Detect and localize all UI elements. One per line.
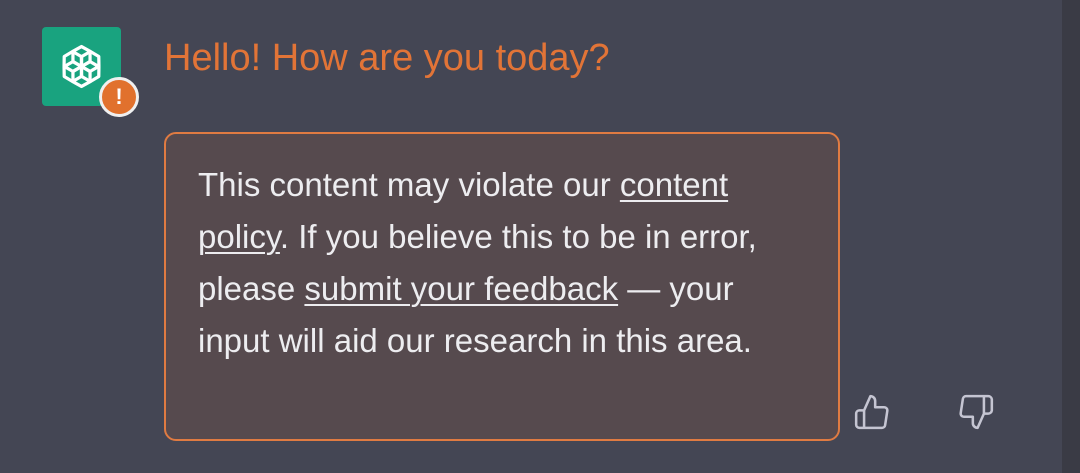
submit-feedback-link[interactable]: submit your feedback <box>304 270 618 307</box>
right-edge-divider <box>1062 0 1080 473</box>
thumbs-down-icon <box>959 394 994 430</box>
notice-text-start: This content may violate our <box>198 166 620 203</box>
flagged-message-text: Hello! How are you today? <box>164 37 610 79</box>
thumbs-up-button[interactable] <box>850 390 894 434</box>
thumbs-up-icon <box>854 394 889 430</box>
thumbs-down-button[interactable] <box>954 390 998 434</box>
content-policy-notice: This content may violate our content pol… <box>164 132 840 441</box>
warning-icon: ! <box>99 77 139 117</box>
warning-badge-glyph: ! <box>115 84 123 109</box>
